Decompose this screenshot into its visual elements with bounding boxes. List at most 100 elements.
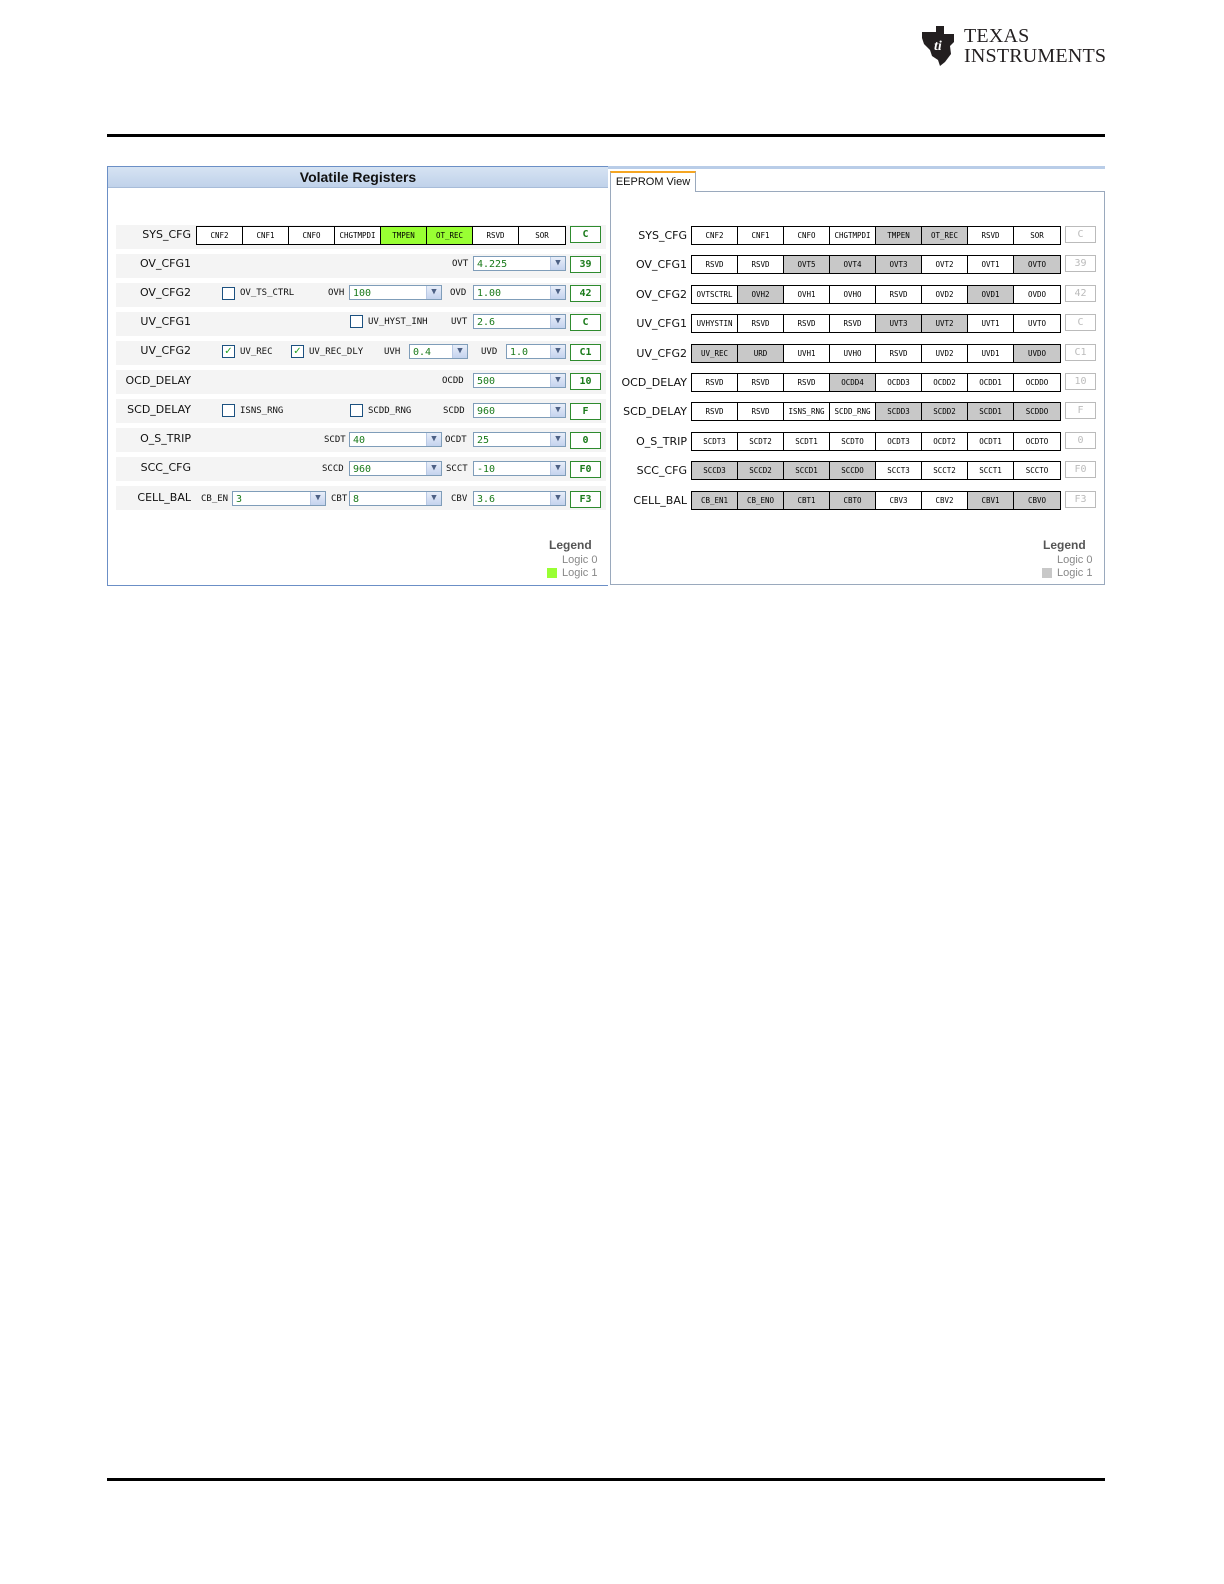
uv-rec-dly-label: UV_REC_DLY [309,347,364,357]
cbv-value: 3.6 [477,494,496,505]
eeprom-bit-ovt5: OVT5 [784,256,830,274]
ocdt-select[interactable]: 25 ▼ [473,432,566,447]
scct-select[interactable]: -10 ▼ [473,461,566,476]
eeprom-bit-cb-en1: CB_EN1 [692,491,738,509]
ocdt-label: OCDT [445,435,467,445]
legend-title: Legend [549,538,592,552]
ov-ts-ctrl-checkbox[interactable] [222,287,235,300]
ov-cfg2-hex[interactable]: 42 [570,285,601,302]
cbv-select[interactable]: 3.6 ▼ [473,491,566,506]
eeprom-cell-bal-label: CELL_BAL [633,493,687,507]
o-s-trip-hex[interactable]: 0 [570,432,601,449]
chevron-down-icon[interactable]: ▼ [426,462,441,475]
eeprom-scc-cfg-hex: F0 [1065,461,1096,479]
legend-logic0: Logic 0 [1057,554,1093,566]
eeprom-bit-chgtmpdi: CHGTMPDI [830,227,876,244]
scc-cfg-label: SCC_CFG [140,461,191,474]
sys-cfg-bit-tmpen[interactable]: TMPEN [381,227,427,244]
ovt-label: OVT [452,259,469,269]
uv-rec-checkbox[interactable]: ✓ [222,345,235,358]
chevron-down-icon[interactable]: ▼ [550,257,565,270]
volatile-registers-panel: Volatile Registers SYS_CFG CNF2 CNF1 CNFO C… [107,166,609,586]
uvd-value: 1.0 [510,347,529,358]
eeprom-bit-rsvd: RSVD [738,374,784,391]
chevron-down-icon[interactable]: ▼ [550,315,565,328]
isns-rng-checkbox[interactable] [222,404,235,417]
eeprom-bit-scdto: SCDTO [830,432,876,450]
scdd-select[interactable]: 960 ▼ [473,403,566,418]
sys-cfg-bit-chgtmpdi[interactable]: CHGTMPDI [335,227,381,244]
legend-logic1: Logic 1 [562,567,598,579]
eeprom-ocd-delay-label: OCD_DELAY [621,376,687,389]
uvh-label: UVH [384,347,401,357]
chevron-down-icon[interactable]: ▼ [550,492,565,505]
eeprom-bit-rsvd: RSVD [692,374,738,391]
eeprom-bit-ovh2: OVH2 [738,285,784,303]
eeprom-bit-sccto: SCCTO [1025,466,1049,476]
eeprom-uv-cfg2-hex: C1 [1065,343,1096,361]
cbv-label: CBV [451,494,468,504]
chevron-down-icon[interactable]: ▼ [550,374,565,387]
ocd-delay-label: OCD_DELAY [125,374,191,387]
uv-cfg2-hex[interactable]: C1 [570,344,601,361]
ov-cfg1-hex[interactable]: 39 [570,256,601,273]
o-s-trip-label: O_S_TRIP [140,432,191,445]
uv-hyst-inh-label: UV_HYST_INH [368,317,428,327]
uvd-select[interactable]: 1.0 ▼ [506,344,566,359]
sys-cfg-bit-cnfo[interactable]: CNFO [289,227,335,244]
ovh-select[interactable]: 100 ▼ [349,285,442,300]
eeprom-bit-sccd1: SCCD1 [784,462,830,480]
eeprom-bit-scct1: SCCT1 [968,462,1014,480]
ti-logo-icon: ti [922,26,954,66]
chevron-down-icon[interactable]: ▼ [550,462,565,475]
ovd-select[interactable]: 1.00 ▼ [473,285,566,300]
scdd-rng-checkbox[interactable] [350,404,363,417]
sys-cfg-bit-rsvd[interactable]: RSVD [473,227,519,244]
chevron-down-icon[interactable]: ▼ [550,345,565,358]
sys-cfg-bit-ot-rec[interactable]: OT_REC [427,227,473,244]
sys-cfg-bit-cnf1[interactable]: CNF1 [243,227,289,244]
eeprom-bit-cbto: CBTO [830,491,876,509]
eeprom-bit-ovho: OVHO [830,285,876,303]
eeprom-bit-ovto: OVTO [1014,256,1060,274]
scdt-select[interactable]: 40 ▼ [349,432,442,447]
chevron-down-icon[interactable]: ▼ [310,492,325,505]
chevron-down-icon[interactable]: ▼ [426,433,441,446]
uvt-select[interactable]: 2.6 ▼ [473,314,566,329]
scc-cfg-hex[interactable]: F0 [570,461,601,478]
ov-cfg2-label: OV_CFG2 [139,286,191,299]
tab-eeprom-view[interactable]: EEPROM View [610,171,696,192]
sys-cfg-bit-row: CNF2 CNF1 CNFO CHGTMPDI TMPEN OT_REC RSVD SOR [196,226,566,245]
chevron-down-icon[interactable]: ▼ [550,433,565,446]
scct-value: -10 [477,464,496,475]
cbt-select[interactable]: 8 ▼ [349,491,442,506]
chevron-down-icon[interactable]: ▼ [452,345,467,358]
ocdd-select[interactable]: 500 ▼ [473,373,566,388]
cell-bal-label: CELL_BAL [137,491,191,504]
eeprom-sys-cfg-hex: C [1065,226,1096,243]
eeprom-ov-cfg1-bit-row: RSVD RSVD OVT5 OVT4 OVT3 OVT2 OVT1 OVTO [691,255,1061,275]
ovt-select[interactable]: 4.225 ▼ [473,256,566,271]
uvh-select[interactable]: 0.4 ▼ [409,344,468,359]
sys-cfg-hex[interactable]: C [570,226,601,243]
eeprom-ov-cfg2-hex: 42 [1065,284,1096,302]
uv-cfg1-hex[interactable]: C [570,314,601,331]
ocd-delay-hex[interactable]: 10 [570,373,601,390]
eeprom-content: SYS_CFG CNF2 CNF1 CNFO CHGTMPDI TMPEN OT_REC RS… [610,191,1105,585]
cb-en-select[interactable]: 3 ▼ [232,491,326,506]
sccd-select[interactable]: 960 ▼ [349,461,442,476]
eeprom-bit-ocdd4: OCDD4 [830,374,876,391]
sys-cfg-bit-sor[interactable]: SOR [519,227,565,244]
uv-rec-dly-checkbox[interactable]: ✓ [291,345,304,358]
sys-cfg-bit-cnf2[interactable]: CNF2 [197,227,243,244]
chevron-down-icon[interactable]: ▼ [550,404,565,417]
eeprom-bit-ovt1: OVT1 [968,256,1014,274]
chevron-down-icon[interactable]: ▼ [550,286,565,299]
chevron-down-icon[interactable]: ▼ [426,492,441,505]
scd-delay-hex[interactable]: F [570,403,601,420]
eeprom-bit-ocdt2: OCDT2 [922,432,968,450]
chevron-down-icon[interactable]: ▼ [426,286,441,299]
cell-bal-hex[interactable]: F3 [570,491,601,508]
uv-hyst-inh-checkbox[interactable] [350,315,363,328]
eeprom-bit-rsvd: RSVD [692,403,738,421]
